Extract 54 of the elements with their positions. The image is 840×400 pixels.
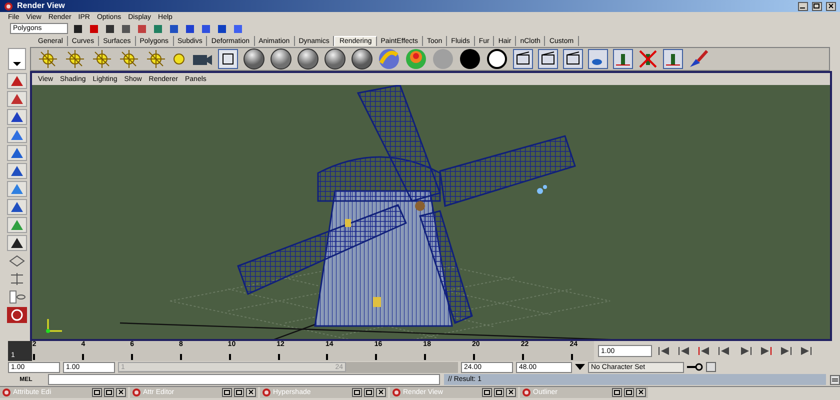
command-input-field[interactable] bbox=[48, 374, 440, 385]
restore-icon[interactable] bbox=[92, 388, 102, 397]
close-icon[interactable] bbox=[376, 388, 386, 397]
axis-indicator-icon bbox=[46, 318, 63, 333]
status-tool-icon[interactable] bbox=[120, 24, 132, 34]
maximize-icon[interactable] bbox=[812, 2, 822, 10]
status-tool-icon[interactable] bbox=[168, 24, 180, 34]
maximize-icon[interactable] bbox=[364, 388, 374, 397]
maximize-icon[interactable] bbox=[104, 388, 114, 397]
app-icon bbox=[132, 388, 141, 397]
clapper-icon[interactable] bbox=[563, 48, 583, 68]
light-icon[interactable] bbox=[172, 52, 186, 66]
app-icon bbox=[522, 388, 531, 397]
app-icon bbox=[4, 2, 13, 10]
maximize-icon[interactable] bbox=[624, 388, 634, 397]
light-icon[interactable] bbox=[118, 48, 140, 68]
close-icon[interactable] bbox=[246, 388, 256, 397]
light-icon[interactable] bbox=[37, 48, 59, 68]
brush-icon[interactable] bbox=[688, 48, 708, 68]
status-tool-icon[interactable] bbox=[72, 24, 84, 34]
app-icon bbox=[262, 388, 271, 397]
restore-icon[interactable] bbox=[612, 388, 622, 397]
light-icon[interactable] bbox=[64, 48, 86, 68]
clapper-icon[interactable] bbox=[513, 48, 533, 68]
light-icon[interactable] bbox=[91, 48, 113, 68]
minimize-icon[interactable] bbox=[798, 2, 808, 10]
restore-icon[interactable] bbox=[482, 388, 492, 397]
close-icon[interactable] bbox=[116, 388, 126, 397]
light-icon bbox=[537, 185, 547, 194]
clapper-icon[interactable] bbox=[538, 48, 558, 68]
dropdown-arrow-icon[interactable] bbox=[575, 363, 585, 371]
render-logo-icon[interactable] bbox=[7, 307, 27, 323]
key-icon[interactable] bbox=[687, 363, 703, 371]
app-icon bbox=[392, 388, 401, 397]
layout-icon[interactable] bbox=[7, 289, 27, 305]
status-tool-icon[interactable] bbox=[184, 24, 196, 34]
crossed-bottle-icon[interactable] bbox=[638, 48, 658, 68]
light-icon[interactable] bbox=[145, 48, 167, 68]
status-tool-icon[interactable] bbox=[104, 24, 116, 34]
close-icon[interactable] bbox=[636, 388, 646, 397]
maximize-icon[interactable] bbox=[494, 388, 504, 397]
maximize-icon[interactable] bbox=[234, 388, 244, 397]
close-icon[interactable] bbox=[506, 388, 516, 397]
shelf-menu-icon[interactable] bbox=[8, 48, 26, 70]
render-icon[interactable] bbox=[218, 48, 238, 68]
app-icon bbox=[2, 388, 11, 397]
restore-icon[interactable] bbox=[222, 388, 232, 397]
window-title: Render View bbox=[17, 2, 65, 10]
preferences-icon[interactable] bbox=[706, 362, 716, 372]
restore-icon[interactable] bbox=[352, 388, 362, 397]
script-editor-icon[interactable] bbox=[830, 374, 840, 384]
status-tool-icon[interactable] bbox=[216, 24, 228, 34]
close-icon[interactable] bbox=[826, 2, 836, 10]
layout-icon[interactable] bbox=[7, 253, 27, 269]
